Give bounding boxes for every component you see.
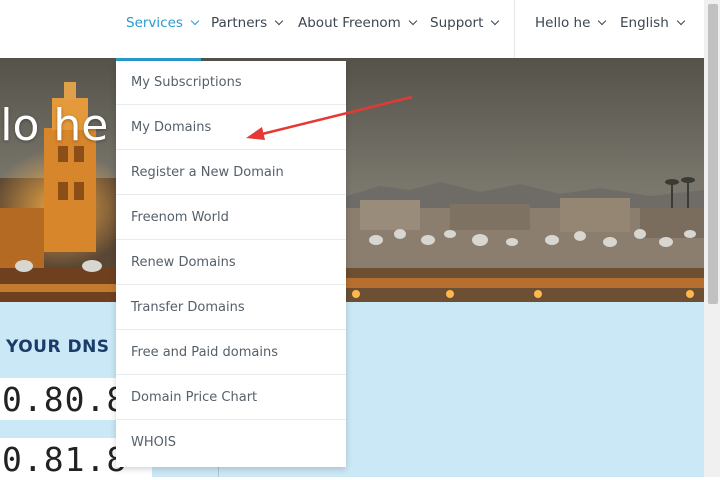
nav-divider: [514, 0, 515, 58]
nav-partners[interactable]: Partners: [211, 15, 284, 31]
menu-item-register-new-domain[interactable]: Register a New Domain: [116, 151, 346, 195]
menu-item-free-and-paid-domains[interactable]: Free and Paid domains: [116, 331, 346, 375]
user-menu-label: Hello he: [535, 15, 591, 31]
menu-item-my-domains[interactable]: My Domains: [116, 106, 346, 150]
nav-support[interactable]: Support: [430, 15, 500, 31]
chevron-down-icon: [408, 16, 418, 26]
menu-item-whois[interactable]: WHOIS: [116, 421, 346, 465]
menu-item-freenom-world[interactable]: Freenom World: [116, 196, 346, 240]
hero-banner: llo he: [0, 58, 704, 302]
chevron-down-icon: [598, 16, 607, 26]
dns-ip-2: 0.81.8: [2, 440, 128, 479]
nav-services-label: Services: [126, 15, 183, 31]
nav-about-freenom[interactable]: About Freenom: [298, 15, 418, 31]
chevron-down-icon: [190, 16, 200, 26]
menu-item-domain-price-chart[interactable]: Domain Price Chart: [116, 376, 346, 420]
nav-support-label: Support: [430, 15, 484, 31]
nav-services[interactable]: Services: [126, 15, 200, 31]
hero-greeting: llo he: [0, 100, 109, 151]
menu-item-renew-domains[interactable]: Renew Domains: [116, 241, 346, 285]
top-navigation: Services Partners About Freenom Support …: [0, 0, 704, 58]
chevron-down-icon: [274, 16, 284, 26]
chevron-down-icon: [491, 16, 500, 26]
language-menu-label: English: [620, 15, 669, 31]
services-dropdown: My Subscriptions My Domains Register a N…: [116, 61, 346, 467]
nav-partners-label: Partners: [211, 15, 268, 31]
scrollbar-thumb[interactable]: [708, 4, 718, 304]
dns-heading: YOUR DNS T: [6, 337, 129, 357]
dns-ip-1: 0.80.8: [2, 380, 128, 419]
menu-item-transfer-domains[interactable]: Transfer Domains: [116, 286, 346, 330]
chevron-down-icon: [676, 16, 685, 26]
hero-city-photo: [0, 58, 704, 302]
user-menu[interactable]: Hello he: [535, 15, 607, 31]
nav-about-label: About Freenom: [298, 15, 401, 31]
menu-item-my-subscriptions[interactable]: My Subscriptions: [116, 61, 346, 105]
language-menu[interactable]: English: [620, 15, 685, 31]
